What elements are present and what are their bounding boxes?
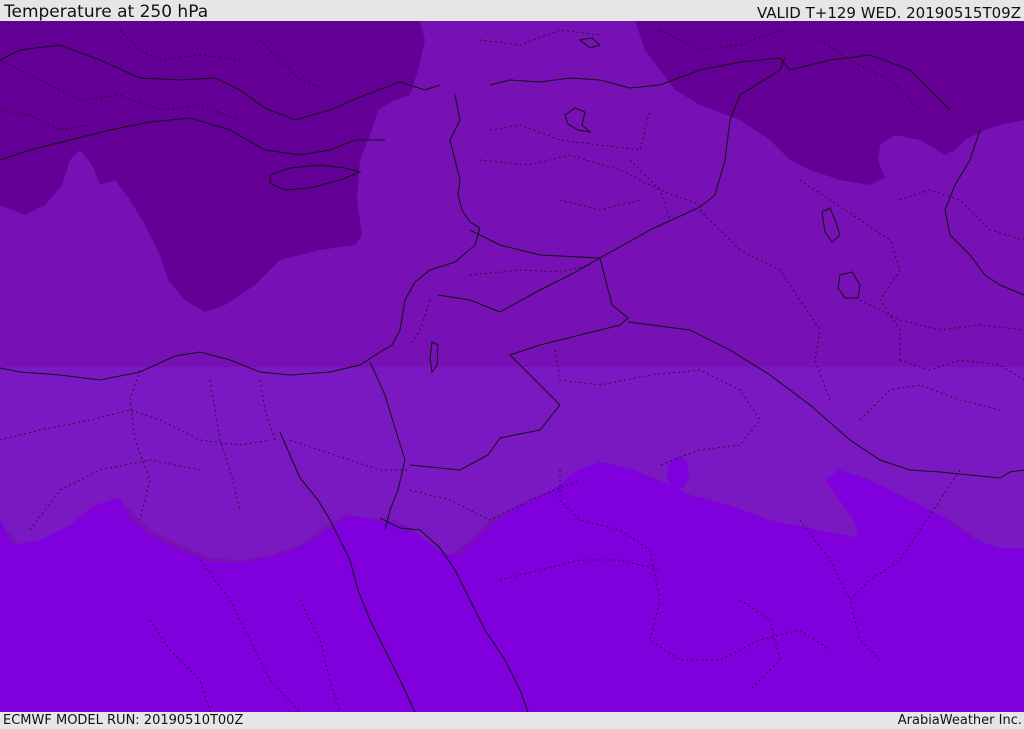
footer-bar: ECMWF MODEL RUN: 20190510T00Z ArabiaWeat… — [0, 712, 1024, 729]
header-bar: Temperature at 250 hPa VALID T+129 WED. … — [0, 0, 1024, 21]
valid-time: VALID T+129 WED. 20190515T09Z — [756, 4, 1021, 22]
map-title: Temperature at 250 hPa — [4, 2, 209, 22]
band-warm-patch — [667, 457, 689, 489]
model-run-label: ECMWF MODEL RUN: 20190510T00Z — [3, 713, 244, 728]
credit-label: ArabiaWeather Inc. — [897, 713, 1022, 728]
temperature-map[interactable] — [0, 21, 1024, 712]
map-canvas — [0, 21, 1024, 712]
